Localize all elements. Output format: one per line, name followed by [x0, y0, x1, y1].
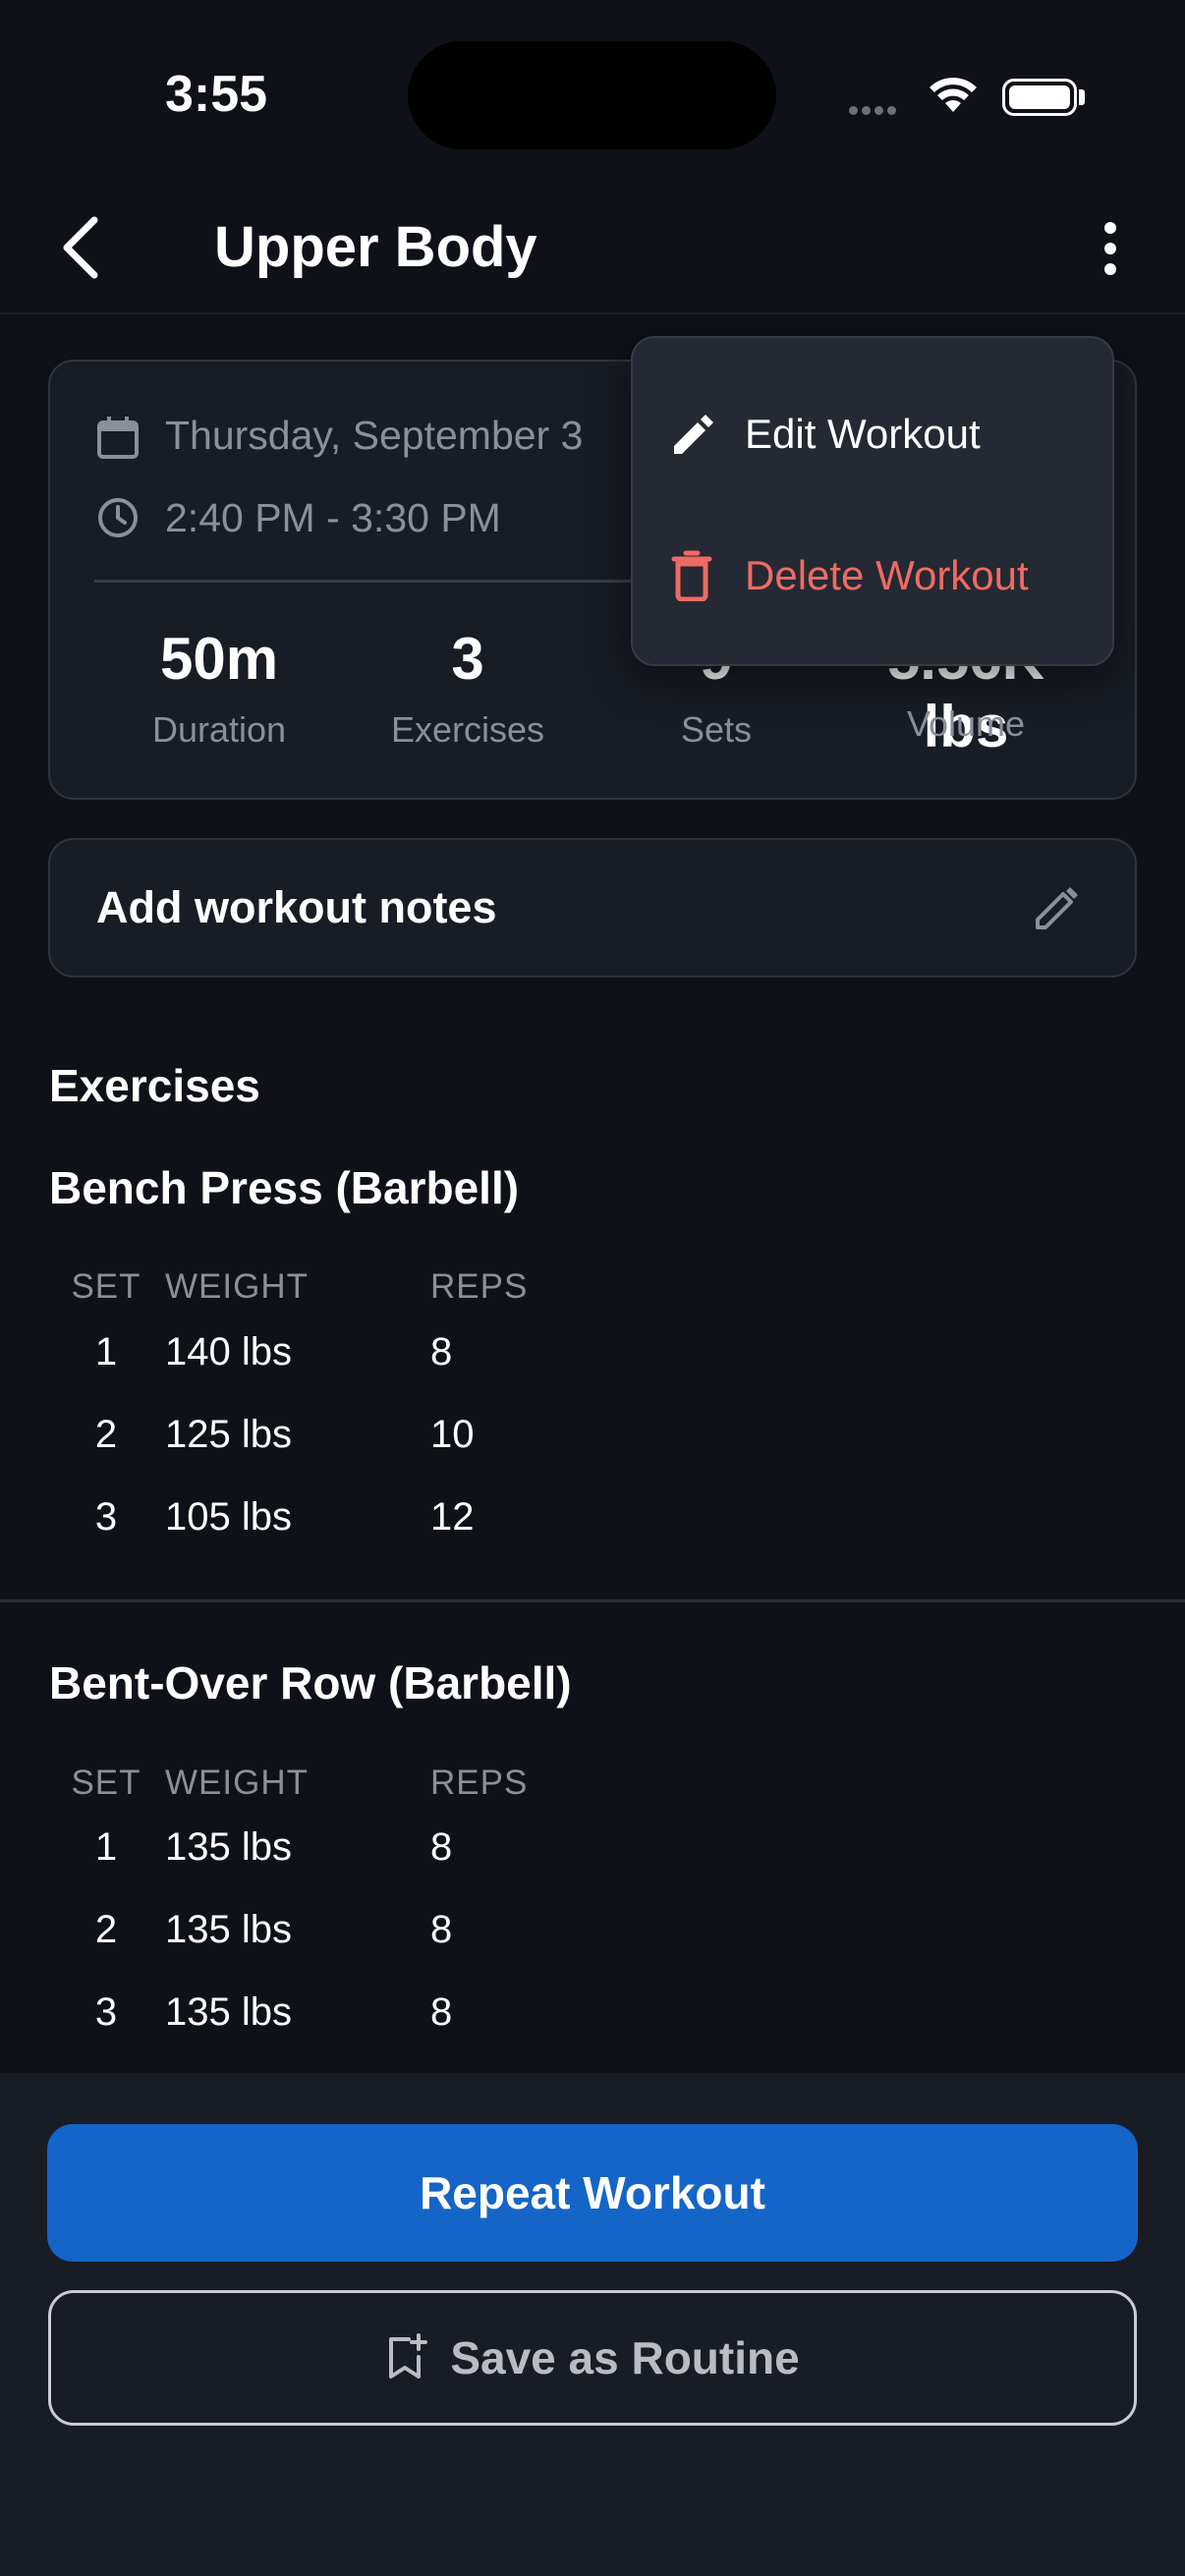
stat-sets-label: Sets [680, 709, 753, 750]
column-header-reps: REPS [430, 1267, 529, 1306]
column-header-weight: WEIGHT [165, 1764, 309, 1802]
workout-date: Thursday, September 3 [165, 413, 584, 458]
set-reps: 10 [430, 1413, 475, 1456]
set-number: 2 [94, 1413, 118, 1456]
back-chevron-icon[interactable] [59, 216, 102, 279]
set-reps: 12 [430, 1495, 475, 1539]
battery-icon [1002, 79, 1077, 116]
save-as-routine-label: Save as Routine [450, 2332, 800, 2383]
column-header-reps: REPS [430, 1764, 529, 1802]
options-menu: Edit Workout Delete Workout [631, 336, 1114, 666]
exercise-name[interactable]: Bent-Over Row (Barbell) [49, 1656, 572, 1709]
set-weight: 135 lbs [165, 1825, 292, 1869]
wifi-icon [930, 78, 977, 112]
page-title: Upper Body [214, 215, 537, 279]
pencil-icon[interactable] [1030, 880, 1085, 935]
pencil-icon [668, 409, 739, 460]
stat-exercises-value: 3 [451, 626, 484, 692]
stat-duration-value: 50m [159, 626, 279, 692]
set-number: 3 [94, 1495, 118, 1539]
set-weight: 105 lbs [165, 1495, 292, 1539]
set-number: 2 [94, 1908, 118, 1951]
trash-icon [668, 550, 739, 601]
set-weight: 125 lbs [165, 1413, 292, 1456]
column-header-set: SET [71, 1267, 141, 1306]
calendar-icon [97, 417, 139, 459]
menu-item-delete-workout[interactable]: Delete Workout [633, 507, 1112, 644]
set-reps: 8 [430, 1825, 453, 1869]
menu-item-label: Edit Workout [745, 411, 981, 457]
save-as-routine-button[interactable]: Save as Routine [48, 2290, 1137, 2426]
stat-volume-label: Volume [906, 703, 1026, 744]
header-divider [0, 312, 1185, 314]
set-weight: 140 lbs [165, 1330, 292, 1373]
workout-time-range: 2:40 PM - 3:30 PM [165, 495, 501, 540]
menu-item-label: Delete Workout [745, 552, 1029, 598]
repeat-workout-label: Repeat Workout [420, 2167, 765, 2218]
column-header-weight: WEIGHT [165, 1267, 309, 1306]
set-reps: 8 [430, 1330, 453, 1373]
set-weight: 135 lbs [165, 1908, 292, 1951]
set-number: 1 [94, 1330, 118, 1373]
clock-icon [98, 498, 138, 537]
column-header-set: SET [71, 1764, 141, 1802]
menu-item-edit-workout[interactable]: Edit Workout [633, 365, 1112, 503]
stat-exercises-label: Exercises [390, 709, 545, 750]
stat-duration-label: Duration [151, 709, 287, 750]
set-number: 3 [94, 1990, 118, 2034]
status-time: 3:55 [165, 66, 268, 123]
repeat-workout-button[interactable]: Repeat Workout [47, 2124, 1138, 2262]
exercise-name[interactable]: Bench Press (Barbell) [49, 1161, 519, 1214]
more-options-icon[interactable] [1104, 222, 1116, 284]
exercises-section-title: Exercises [49, 1060, 260, 1111]
set-reps: 8 [430, 1908, 453, 1951]
exercise-divider [0, 1599, 1185, 1602]
set-weight: 135 lbs [165, 1990, 292, 2034]
dynamic-island [408, 41, 776, 149]
notes-label: Add workout notes [96, 882, 497, 932]
cellular-signal-icon [849, 102, 900, 120]
bookmark-add-icon [389, 2333, 428, 2379]
set-reps: 8 [430, 1990, 453, 2034]
set-number: 1 [94, 1825, 118, 1869]
battery-tip [1079, 89, 1085, 105]
